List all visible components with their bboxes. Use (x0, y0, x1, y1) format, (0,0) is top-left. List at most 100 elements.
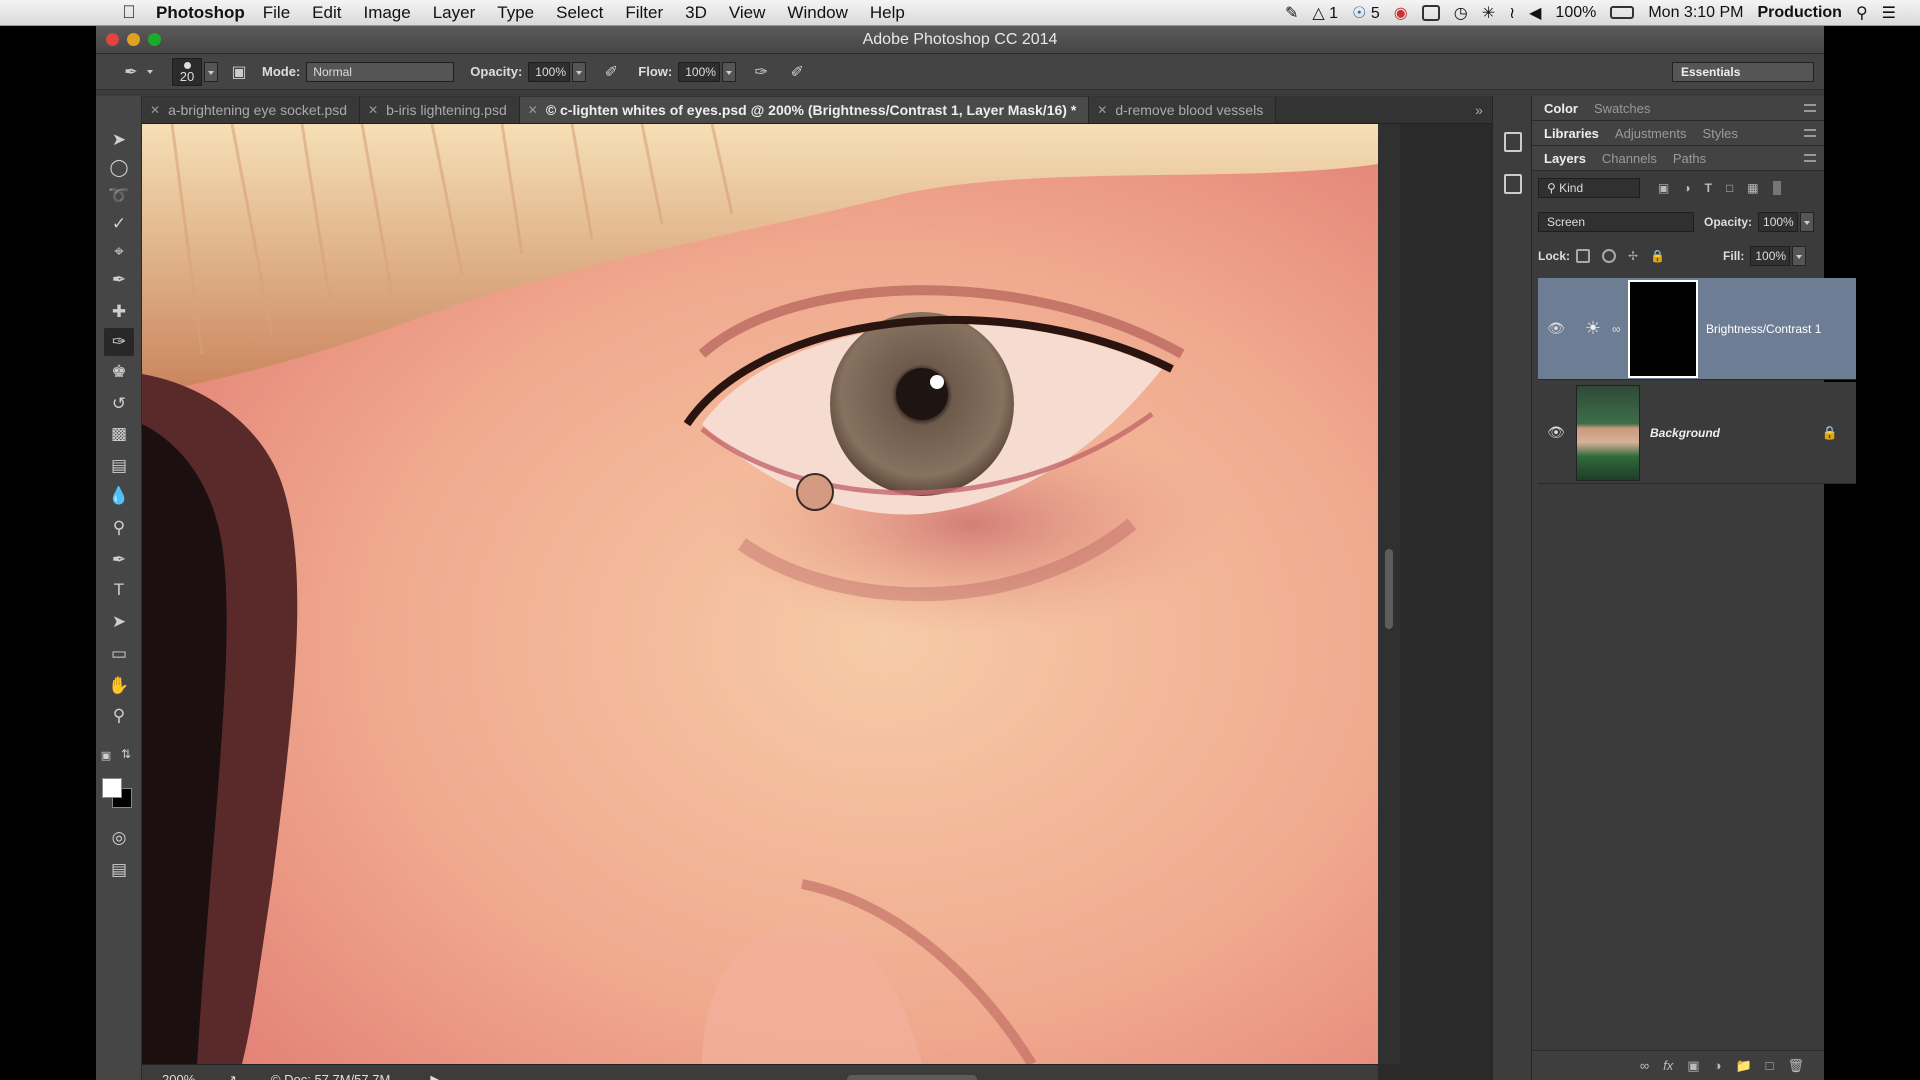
spotlight-search-icon[interactable]: ⚲ (1856, 3, 1868, 23)
menu-edit[interactable]: Edit (312, 3, 341, 23)
healing-brush-tool-icon[interactable]: ✚ (104, 298, 134, 326)
vertical-scroll-thumb[interactable] (1385, 549, 1393, 629)
type-tool-icon[interactable]: T (104, 576, 134, 604)
properties-panel-icon[interactable] (1504, 174, 1522, 194)
layer-row-background[interactable]: 👁 Background 🔒 (1538, 382, 1856, 484)
battery-icon[interactable] (1610, 6, 1635, 19)
export-icon[interactable]: ↗ (226, 1072, 237, 1080)
quick-select-tool-icon[interactable]: ✓ (104, 210, 134, 238)
pressure-size-icon[interactable]: ✐ (786, 61, 808, 83)
horizontal-scroll-thumb[interactable] (847, 1075, 977, 1080)
filter-shape-icon[interactable]: □ (1726, 181, 1733, 195)
zoom-window-button[interactable] (148, 33, 161, 46)
brush-preset-dropdown[interactable] (144, 62, 158, 82)
flow-dropdown[interactable] (722, 61, 737, 82)
tab-color[interactable]: Color (1536, 101, 1586, 116)
close-window-button[interactable] (106, 33, 119, 46)
layer-name[interactable]: Background (1650, 426, 1720, 440)
more-tabs-chevron-icon[interactable]: » (1466, 97, 1492, 123)
opacity-dropdown[interactable] (572, 61, 587, 82)
gradient-tool-icon[interactable]: ▤ (104, 452, 134, 480)
default-colors-icon[interactable]: ▣ (98, 748, 114, 762)
link-layers-icon[interactable]: ∞ (1640, 1058, 1649, 1073)
clock[interactable]: Mon 3:10 PM (1648, 4, 1743, 22)
wifi-icon[interactable]: ≀ (1509, 3, 1515, 23)
menu-type[interactable]: Type (497, 3, 534, 23)
layer-visibility-eye-icon[interactable]: 👁 (1538, 320, 1574, 337)
chrome-icon[interactable]: ◉ (1394, 3, 1408, 23)
image-canvas[interactable] (142, 124, 1378, 1064)
marquee-tool-icon[interactable]: ◯ (104, 154, 134, 182)
eyedropper-tool-icon[interactable]: ✒ (104, 266, 134, 294)
close-tab-icon[interactable]: ✕ (528, 103, 538, 117)
menu-select[interactable]: Select (556, 3, 603, 23)
tab-swatches[interactable]: Swatches (1586, 101, 1658, 116)
doc-tab[interactable]: ✕ b-iris lightening.psd (360, 97, 520, 123)
tab-libraries[interactable]: Libraries (1536, 126, 1607, 141)
menu-file[interactable]: File (263, 3, 290, 23)
layer-opacity-dropdown[interactable] (1800, 212, 1815, 232)
quick-mask-icon[interactable]: ◎ (104, 824, 134, 852)
airplay-icon[interactable] (1421, 4, 1440, 21)
zoom-level[interactable]: 200% (162, 1072, 216, 1080)
time-machine-icon[interactable]: ◷ (1454, 3, 1468, 23)
zoom-tool-icon[interactable]: ⚲ (104, 702, 134, 730)
mode-select[interactable]: Normal (306, 61, 455, 82)
menu-window[interactable]: Window (787, 3, 847, 23)
layer-opacity-input[interactable]: 100% (1758, 212, 1799, 232)
apple-menu-icon[interactable]:  (112, 2, 146, 23)
blend-mode-select[interactable]: Screen (1538, 212, 1694, 232)
app-menu[interactable]: Photoshop (156, 3, 245, 23)
brush-size-picker[interactable]: 20 (172, 57, 202, 86)
filter-pixel-icon[interactable]: ▣ (1658, 181, 1669, 195)
notification-center-icon[interactable]: ☰ (1882, 3, 1896, 23)
tab-adjustments[interactable]: Adjustments (1607, 126, 1695, 141)
menu-image[interactable]: Image (363, 3, 410, 23)
filter-type-icon[interactable]: T (1705, 181, 1712, 195)
fx-icon[interactable]: fx (1663, 1058, 1673, 1073)
rectangle-tool-icon[interactable]: ▭ (104, 640, 134, 668)
layer-visibility-eye-icon[interactable]: 👁 (1538, 424, 1574, 441)
tab-channels[interactable]: Channels (1594, 151, 1665, 166)
creative-cloud-icon[interactable]: ☉ 5 (1352, 3, 1380, 23)
lock-transparent-icon[interactable] (1576, 249, 1591, 263)
doc-tab-active[interactable]: ✕ © c-lighten whites of eyes.psd @ 200% (… (519, 97, 1090, 123)
bluetooth-icon[interactable]: ✳ (1482, 3, 1495, 23)
user-menu[interactable]: Production (1758, 4, 1842, 22)
close-tab-icon[interactable]: ✕ (150, 103, 160, 117)
clone-stamp-tool-icon[interactable]: ♚ (104, 358, 134, 386)
history-panel-icon[interactable] (1504, 132, 1522, 152)
swap-colors-icon[interactable]: ⇅ (118, 746, 134, 762)
filter-smart-object-icon[interactable]: ▦ (1747, 181, 1758, 195)
tab-layers[interactable]: Layers (1536, 151, 1594, 166)
layer-mask-thumbnail[interactable] (1628, 279, 1698, 378)
workspace-switcher[interactable]: Essentials (1672, 61, 1814, 82)
filter-toggle[interactable] (1772, 181, 1781, 195)
opacity-input[interactable]: 100% (528, 61, 571, 82)
layer-name[interactable]: Brightness/Contrast 1 (1706, 322, 1821, 336)
brush-preset-icon[interactable]: ✒ (120, 61, 142, 83)
new-adjustment-icon[interactable]: ◑ (1714, 1058, 1722, 1073)
brush-size-dropdown[interactable] (204, 61, 218, 82)
delete-layer-icon[interactable]: 🗑 (1787, 1058, 1804, 1074)
adobe-status-icon[interactable]: △ 1 (1312, 3, 1338, 23)
filter-adjustment-icon[interactable]: ◑ (1683, 181, 1690, 195)
move-tool-icon[interactable]: ➤ (104, 126, 134, 154)
menu-layer[interactable]: Layer (433, 3, 476, 23)
add-mask-icon[interactable]: ▣ (1687, 1058, 1699, 1074)
status-menu-arrow-icon[interactable]: ▶ (430, 1072, 440, 1080)
panel-menu-icon[interactable] (1804, 154, 1816, 162)
history-brush-tool-icon[interactable]: ↺ (104, 390, 134, 418)
battery-percent[interactable]: 100% (1555, 4, 1596, 22)
pressure-opacity-icon[interactable]: ✐ (600, 61, 622, 83)
background-layer-thumbnail[interactable] (1576, 384, 1640, 481)
layer-locked-icon[interactable]: 🔒 (1822, 425, 1838, 441)
panel-menu-icon[interactable] (1804, 104, 1816, 112)
crop-tool-icon[interactable]: ⌖ (104, 238, 134, 266)
doc-tab[interactable]: ✕ d-remove blood vessels (1089, 97, 1277, 123)
tab-styles[interactable]: Styles (1694, 126, 1745, 141)
close-tab-icon[interactable]: ✕ (368, 103, 378, 117)
foreground-color-swatch[interactable] (102, 778, 122, 798)
flow-input[interactable]: 100% (678, 61, 721, 82)
menu-filter[interactable]: Filter (625, 3, 663, 23)
